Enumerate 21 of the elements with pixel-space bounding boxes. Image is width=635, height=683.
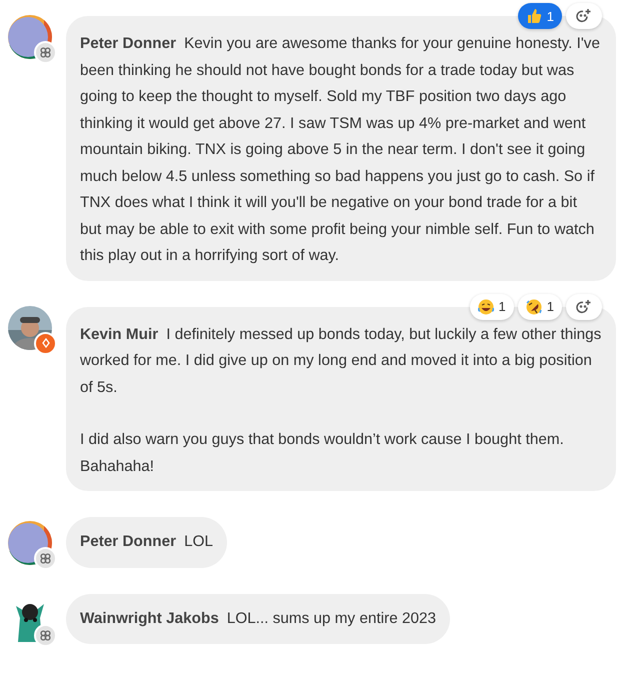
add-emoji-icon	[576, 8, 592, 24]
thumbs-up-icon	[526, 8, 542, 24]
comment-text: I did also warn you guys that bonds wouldn’t work cause I bought them. Bahahaha!	[80, 430, 565, 476]
add-reaction-button[interactable]	[566, 294, 602, 320]
reaction-button[interactable]: 1	[518, 294, 562, 320]
comment-text: Peter Donner Kevin you are awesome thanks for your genuine honesty. I've been thinking he should not have bought bonds for a trade today but was going to keep the thought to myself. Sold my TBF position two days ago thinking it would get above 27. I saw TSM was up 4% pre-market and went mountain biking. TNX is going above 5 in the near term. I don't see it going much below 4.5 unless something so bad happens you just go to cash. So if TNX does what I think it will you'll be negative on your bond trade for a bit but may be able to exit with some profit being your nimble self. Fun to watch this play out in a horrifying sort of way.	[80, 34, 601, 266]
author-name[interactable]: Peter Donner	[80, 533, 176, 550]
reaction-button[interactable]: 1	[518, 3, 562, 29]
add-reaction-button[interactable]	[566, 3, 602, 29]
comment-text: Peter Donner LOL	[80, 532, 213, 552]
rolling-laughing-face-icon	[526, 298, 542, 314]
laughing-face-icon	[478, 298, 494, 314]
add-emoji-icon	[576, 298, 592, 314]
author-name[interactable]: Wainwright Jakobs	[80, 610, 219, 626]
comment-text: Kevin Muir I definitely messed up bonds today, but luckily a few other things worked for me. I did give up on my long end and moved it into a big position of 5s.	[80, 324, 602, 398]
comment-text: Wainwright Jakobs LOL... sums up my entire 2023	[80, 608, 436, 628]
member-badge	[34, 624, 57, 646]
author-name[interactable]: Peter Donner	[80, 35, 176, 52]
author-name[interactable]: Kevin Muir	[80, 326, 158, 342]
reaction-button[interactable]: 1	[470, 294, 514, 320]
moderator-badge	[34, 332, 57, 354]
